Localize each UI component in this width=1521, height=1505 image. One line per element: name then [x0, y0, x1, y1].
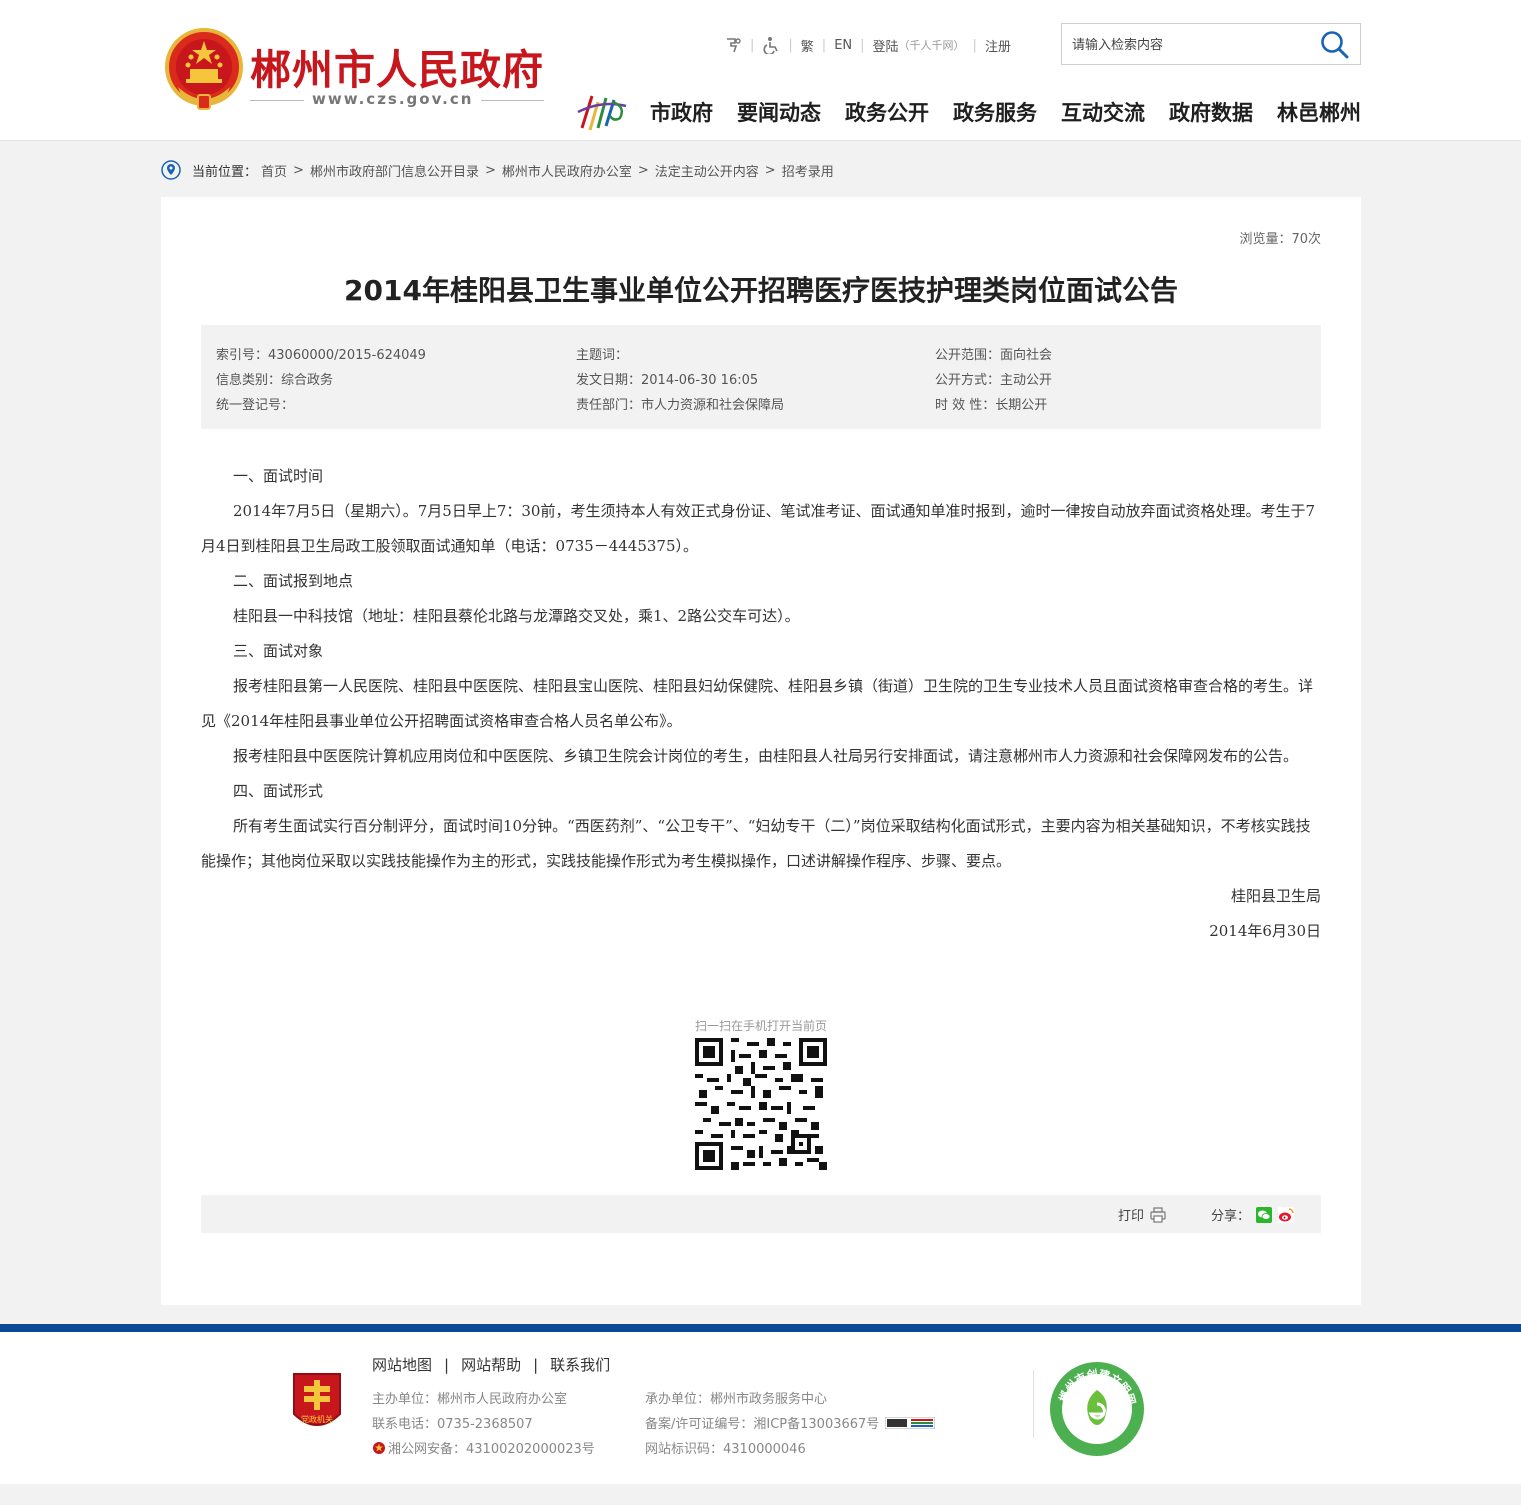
- traditional-chinese-link[interactable]: 繁: [801, 36, 814, 55]
- qr-caption: 扫一扫在手机打开当前页: [694, 1019, 827, 1033]
- view-count: 浏览量：70次: [1239, 232, 1321, 247]
- footer-link-contact[interactable]: 联系我们: [550, 1356, 610, 1374]
- top-links-separator: |: [821, 37, 827, 53]
- civilized-website-badge-icon[interactable]: 郴州市创建文明网站: [1048, 1360, 1146, 1458]
- footer-phone: 联系电话：0735-2368507: [372, 1417, 533, 1432]
- footer-site-id: 网站标识码：4310000046: [645, 1442, 806, 1457]
- police-badge-icon: [373, 1441, 385, 1454]
- breadcrumb-arrow: >: [484, 162, 496, 178]
- main-nav: 市政府 要闻动态 政务公开 政务服务 互动交流 政府数据 林邑郴州: [650, 97, 1361, 127]
- article-panel: 浏览量：70次 2014年桂阳县卫生事业单位公开招聘医疗医技护理类岗位面试公告 …: [161, 197, 1361, 1305]
- print-button[interactable]: 打印: [1118, 1205, 1166, 1224]
- article-meta: 索引号：43060000/2015-624049 主题词： 公开范围：面向社会 …: [201, 325, 1321, 429]
- paragraph: 2014年7月5日（星期六）。7月5日早上7：30前，考生须持本人有效正式身份证…: [201, 502, 1316, 555]
- footer-police[interactable]: 湘公网安备：43100202000023号: [388, 1438, 595, 1457]
- signature: 桂阳县卫生局: [1230, 887, 1321, 905]
- english-link[interactable]: EN: [834, 38, 852, 53]
- top-links-separator: |: [860, 37, 865, 53]
- paragraph: 所有考生面试实行百分制评分，面试时间10分钟。“西医药剂”、“公卫专干”、“妇幼…: [201, 817, 1311, 870]
- section-heading: 二、面试报到地点: [233, 572, 354, 590]
- footer-link-sitemap[interactable]: 网站地图: [372, 1356, 432, 1374]
- breadcrumb-item-directory[interactable]: 郴州市政府部门信息公开目录: [310, 161, 479, 180]
- national-emblem-icon[interactable]: [164, 27, 244, 111]
- breadcrumb-item-office[interactable]: 郴州市人民政府办公室: [502, 161, 632, 180]
- party-gov-badge-icon[interactable]: 党政机关: [290, 1370, 344, 1434]
- register-link[interactable]: 注册: [985, 36, 1011, 55]
- footer-link-separator: |: [444, 1356, 450, 1374]
- city-logo-icon: [577, 95, 627, 131]
- footer-accent-bar: [0, 1324, 1521, 1332]
- footer-sponsor: 主办单位：郴州市人民政府办公室: [372, 1392, 568, 1407]
- article-title: 2014年桂阳县卫生事业单位公开招聘医疗医技护理类岗位面试公告: [344, 274, 1178, 307]
- wechat-icon[interactable]: [1256, 1206, 1273, 1223]
- gov-badge-text: 党政机关: [301, 1414, 333, 1424]
- meta-scope: 公开范围：面向社会: [935, 348, 1053, 363]
- breadcrumb-label: 当前位置：: [192, 164, 258, 180]
- nav-item-interaction[interactable]: 互动交流: [1061, 97, 1145, 127]
- meta-category: 信息类别：综合政务: [216, 373, 334, 388]
- search-icon[interactable]: [1320, 30, 1350, 60]
- nav-item-gov-data[interactable]: 政府数据: [1169, 97, 1253, 127]
- footer-links: 网站地图 | 网站帮助 | 联系我们: [372, 1354, 610, 1375]
- section-heading: 四、面试形式: [233, 782, 324, 800]
- breadcrumb-item-home[interactable]: 首页: [261, 161, 287, 180]
- site-title[interactable]: 郴州市人民政府: [250, 36, 544, 96]
- footer-divider: [1033, 1370, 1034, 1438]
- footer-icp-row: 备案/许可证编号：湘ICP备13003667号: [645, 1413, 936, 1432]
- search-box: [1061, 23, 1361, 65]
- footer-police-row: 湘公网安备：43100202000023号: [372, 1438, 595, 1457]
- meta-validity: 时 效 性：长期公开: [935, 398, 1048, 413]
- meta-theme: 主题词：: [576, 348, 629, 363]
- nav-item-gov-affairs-disclosure[interactable]: 政务公开: [845, 97, 929, 127]
- breadcrumb-arrow: >: [637, 162, 649, 178]
- share-bar: 打印 分享：: [201, 1195, 1321, 1233]
- nav-item-linyi-chenzhou[interactable]: 林邑郴州: [1277, 97, 1361, 127]
- print-label: 打印: [1118, 1209, 1145, 1224]
- meta-reg-no: 统一登记号：: [216, 398, 295, 413]
- site-url: www.czs.gov.cn: [304, 90, 482, 108]
- location-pin-icon: [161, 160, 181, 180]
- elder-mode-icon[interactable]: [724, 36, 742, 54]
- article-content: 一、面试时间 2014年7月5日（星期六）。7月5日早上7：30前，考生须持本人…: [201, 459, 1321, 949]
- section-heading: 一、面试时间: [233, 467, 324, 485]
- site-footer: 党政机关 网站地图 | 网站帮助 | 联系我们 主办单位：郴州市人民政府办公室 承办单位…: [0, 1332, 1521, 1484]
- nav-item-city-government[interactable]: 市政府: [650, 97, 713, 127]
- top-links-separator: |: [788, 37, 793, 53]
- breadcrumb-arrow: >: [293, 162, 304, 178]
- top-links: | | 繁 | EN | 登陆 （千人千网） | 注册: [724, 34, 1011, 56]
- footer-icp[interactable]: 备案/许可证编号：湘ICP备13003667号: [645, 1413, 879, 1432]
- share-group: 分享：: [1211, 1205, 1295, 1224]
- weibo-icon[interactable]: [1278, 1206, 1295, 1223]
- share-label: 分享：: [1211, 1209, 1251, 1224]
- footer-link-help[interactable]: 网站帮助: [461, 1356, 521, 1374]
- paragraph: 报考桂阳县第一人民医院、桂阳县中医医院、桂阳县宝山医院、桂阳县妇幼保健院、桂阳县…: [201, 677, 1314, 730]
- breadcrumb: 当前位置： 首页 > 郴州市政府部门信息公开目录 > 郴州市人民政府办公室 > …: [161, 158, 834, 182]
- nav-item-gov-services[interactable]: 政务服务: [953, 97, 1037, 127]
- printer-icon: [1150, 1206, 1166, 1223]
- meta-dept: 责任部门：市人力资源和社会保障局: [576, 398, 785, 413]
- top-links-separator: |: [750, 37, 755, 53]
- top-links-separator: |: [972, 37, 977, 53]
- breadcrumb-item-statutory-content[interactable]: 法定主动公开内容: [655, 161, 759, 180]
- accessibility-icon[interactable]: [762, 36, 780, 54]
- login-sub-label: （千人千网）: [898, 39, 965, 52]
- breadcrumb-item-recruitment[interactable]: 招考录用: [782, 161, 834, 180]
- nav-item-news[interactable]: 要闻动态: [737, 97, 821, 127]
- login-link[interactable]: 登陆: [873, 36, 899, 55]
- bottom-strip: [0, 1484, 1521, 1505]
- meta-date: 发文日期：2014-06-30 16:05: [576, 373, 759, 388]
- footer-link-separator: |: [533, 1356, 539, 1374]
- section-heading: 三、面试对象: [233, 642, 324, 660]
- footer-organizer: 承办单位：郴州市政务服务中心: [645, 1392, 828, 1407]
- meta-method: 公开方式：主动公开: [935, 373, 1053, 388]
- breadcrumb-arrow: >: [764, 162, 776, 178]
- cnnic-icon: [885, 1416, 936, 1429]
- meta-index-no: 索引号：43060000/2015-624049: [216, 348, 426, 363]
- paragraph: 桂阳县一中科技馆（地址：桂阳县蔡伦北路与龙潭路交叉处，乘1、2路公交车可达）。: [233, 607, 800, 625]
- qr-code-icon: [695, 1038, 827, 1170]
- paragraph: 报考桂阳县中医医院计算机应用岗位和中医医院、乡镇卫生院会计岗位的考生，由桂阳县人…: [233, 747, 1299, 765]
- site-header: 郴州市人民政府 www.czs.gov.cn | | 繁 | EN | 登陆 （…: [0, 0, 1521, 141]
- sign-date: 2014年6月30日: [1209, 922, 1321, 940]
- search-input[interactable]: [1072, 34, 1312, 56]
